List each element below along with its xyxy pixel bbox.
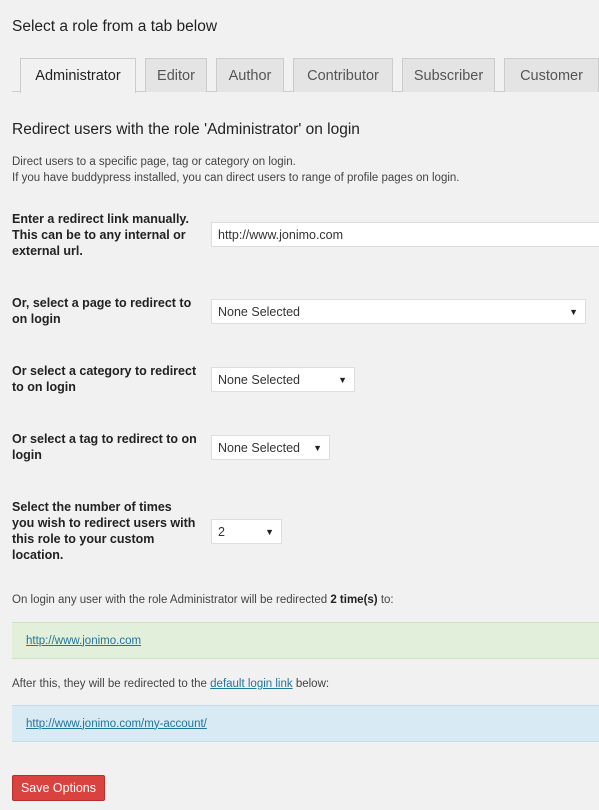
summary-suffix: to:	[377, 594, 394, 606]
page-select-value: None Selected	[218, 304, 301, 319]
page-select[interactable]: None Selected ▼	[211, 299, 586, 324]
fallback-suffix: below:	[292, 678, 330, 690]
times-select-value: 2	[218, 524, 225, 539]
default-login-link[interactable]: default login link	[210, 678, 292, 690]
category-select-label: Or select a category to redirect to on l…	[12, 364, 197, 394]
redirect-url-link[interactable]: http://www.jonimo.com	[26, 635, 141, 647]
dropdown-arrow-icon: ▼	[313, 442, 322, 453]
redirect-link-input[interactable]	[211, 222, 599, 247]
summary-times: 2 time(s)	[330, 594, 378, 606]
times-select-label: Select the number of times you wish to r…	[12, 500, 196, 562]
page-heading: Select a role from a tab below	[12, 18, 218, 35]
page-select-label: Or, select a page to redirect to on logi…	[12, 296, 192, 326]
dropdown-arrow-icon: ▼	[569, 306, 578, 317]
dropdown-arrow-icon: ▼	[265, 526, 274, 537]
dropdown-arrow-icon: ▼	[338, 374, 347, 385]
description-line-1: Direct users to a specific page, tag or …	[12, 156, 296, 168]
section-title: Redirect users with the role 'Administra…	[12, 121, 360, 138]
category-select[interactable]: None Selected ▼	[211, 367, 355, 392]
tab-subscriber[interactable]: Subscriber	[402, 58, 495, 92]
options-page: Select a role from a tab below Administr…	[0, 0, 599, 810]
fallback-summary: After this, they will be redirected to t…	[12, 678, 329, 690]
summary-prefix: On login any user with the role Administ…	[12, 594, 331, 606]
section-description: Direct users to a specific page, tag or …	[12, 154, 460, 186]
tag-select[interactable]: None Selected ▼	[211, 435, 330, 460]
tab-customer[interactable]: Customer	[504, 58, 599, 92]
tab-administrator[interactable]: Administrator	[20, 58, 136, 93]
redirect-url-notice: http://www.jonimo.com	[12, 622, 599, 659]
tab-contributor[interactable]: Contributor	[293, 58, 393, 92]
fallback-prefix: After this, they will be redirected to t…	[12, 678, 211, 690]
redirect-summary: On login any user with the role Administ…	[12, 594, 394, 606]
description-line-2: If you have buddypress installed, you ca…	[12, 172, 460, 184]
tag-select-label: Or select a tag to redirect to on login	[12, 432, 197, 462]
tab-author[interactable]: Author	[216, 58, 284, 92]
save-options-button[interactable]: Save Options	[12, 775, 105, 801]
default-url-notice: http://www.jonimo.com/my-account/	[12, 705, 599, 742]
role-tabs: Administrator Editor Author Contributor …	[12, 57, 599, 93]
times-select[interactable]: 2 ▼	[211, 519, 282, 544]
default-url-link[interactable]: http://www.jonimo.com/my-account/	[26, 718, 207, 730]
tab-editor[interactable]: Editor	[145, 58, 207, 92]
category-select-value: None Selected	[218, 372, 301, 387]
redirect-link-label: Enter a redirect link manually. This can…	[12, 212, 189, 258]
tag-select-value: None Selected	[218, 440, 301, 455]
